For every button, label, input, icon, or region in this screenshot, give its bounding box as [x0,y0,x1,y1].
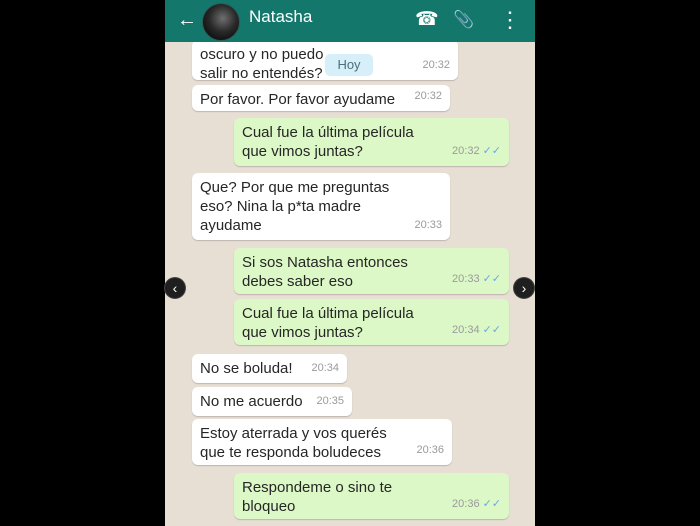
message-time: 20:36 [416,444,444,456]
message-bubble: Cual fue la última película que vimos ju… [234,118,509,166]
message-text: Cual fue la última película que vimos ju… [242,124,414,160]
message-time: 20:33 [414,219,442,231]
message-time-value: 20:34 [452,324,480,336]
contact-name[interactable]: Natasha [249,7,312,27]
message-time-value: 20:33 [452,273,480,285]
message-list[interactable]: oscuro y no puedo salir no entendés? 20:… [165,0,535,526]
back-arrow-icon[interactable]: ← [177,8,197,32]
date-badge: Hoy [325,54,373,76]
chat-header: ← Natasha ☎ 📎 ⋮ [165,0,535,42]
message-text: Por favor. Por favor ayudame [200,91,396,108]
message-time: 20:32 [422,59,450,71]
message-text: Si sos Natasha entonces debes saber eso [242,254,408,290]
message-time-value: 20:32 [452,145,480,157]
message-time: 20:36 ✓✓ [452,495,501,514]
message-time: 20:34 [311,362,339,374]
read-ticks-icon: ✓✓ [482,145,501,157]
attachment-icon[interactable]: 📎 [453,8,474,32]
message-time: 20:32 ✓✓ [452,142,501,161]
left-black-margin [0,0,165,526]
message-time: 20:32 [414,90,442,102]
message-text: Cual fue la última película que vimos ju… [242,305,414,341]
message-time-value: 20:36 [452,498,480,510]
chat-screen: oscuro y no puedo salir no entendés? 20:… [165,0,535,526]
message-time: 20:35 [316,395,344,407]
menu-icon[interactable]: ⋮ [499,8,521,32]
previous-image-button[interactable]: ‹ [165,278,185,298]
message-bubble: Por favor. Por favor ayudame 20:32 [192,85,450,111]
message-bubble: Si sos Natasha entonces debes saber eso … [234,248,509,294]
message-text: Que? Por que me preguntas eso? Nina la p… [200,179,390,234]
read-ticks-icon: ✓✓ [482,324,501,336]
message-bubble: No me acuerdo 20:35 [192,387,352,416]
phone-call-icon[interactable]: ☎ [415,8,439,32]
message-text: Respondeme o sino te bloqueo [242,479,393,515]
next-image-button[interactable]: › [514,278,534,298]
message-bubble: Respondeme o sino te bloqueo 20:36 ✓✓ [234,473,509,519]
message-bubble: Estoy aterrada y vos querés que te respo… [192,419,452,465]
read-ticks-icon: ✓✓ [482,498,501,510]
message-bubble: Cual fue la última película que vimos ju… [234,299,509,345]
avatar[interactable] [202,3,240,41]
right-black-margin [535,0,700,526]
message-time: 20:34 ✓✓ [452,321,501,340]
message-text: Estoy aterrada y vos querés que te respo… [200,425,387,461]
message-time: 20:33 ✓✓ [452,270,501,289]
message-bubble: No se boluda! 20:34 [192,354,347,383]
message-bubble: Que? Por que me preguntas eso? Nina la p… [192,173,450,240]
read-ticks-icon: ✓✓ [482,273,501,285]
